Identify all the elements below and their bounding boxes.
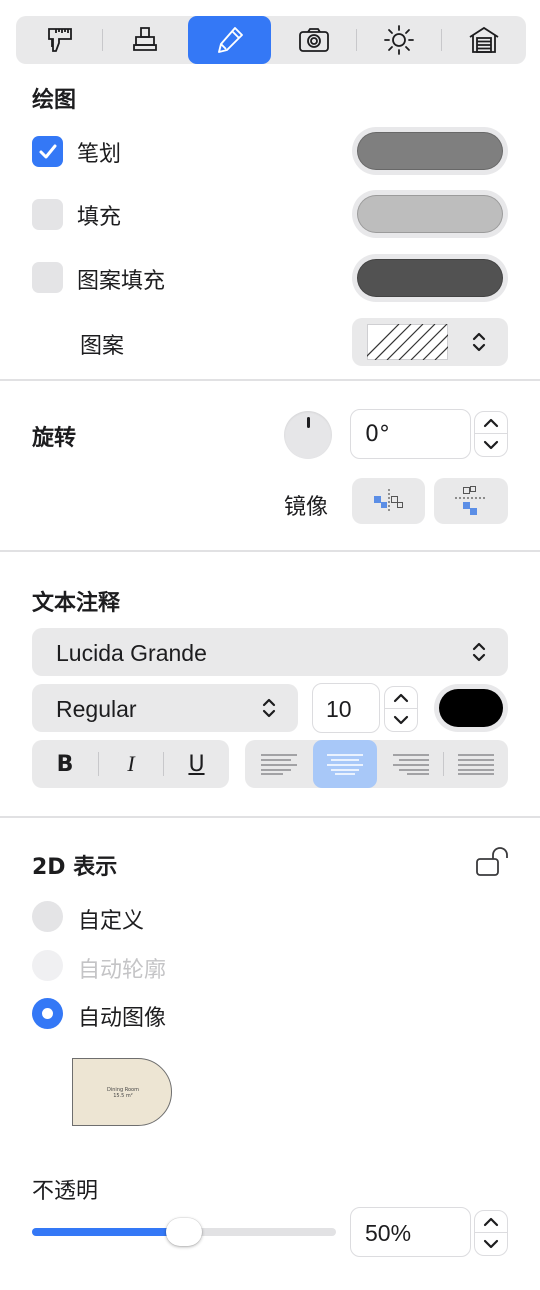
opacity-value: 50%: [365, 1220, 412, 1246]
dial-indicator: [307, 417, 310, 428]
rotation-dial[interactable]: [284, 411, 332, 459]
stroke-color-swatch: [357, 132, 503, 170]
mirror-horizontal-button[interactable]: [352, 478, 425, 524]
opacity-field[interactable]: 50%: [350, 1207, 471, 1257]
pattern-fill-label: 图案填充: [77, 269, 166, 294]
radio-auto-outline-label: 自动轮廓: [78, 958, 167, 983]
opacity-stepper[interactable]: [474, 1210, 508, 1256]
tab-draw[interactable]: [188, 16, 271, 64]
stepper-up[interactable]: [474, 411, 508, 434]
opacity-label: 不透明: [32, 1179, 99, 1204]
pencil-icon: [217, 27, 243, 53]
mirror-label: 镜像: [284, 495, 329, 520]
stepper-up[interactable]: [474, 1210, 508, 1233]
stroke-label: 笔划: [77, 142, 122, 167]
rotation-stepper[interactable]: [474, 411, 508, 457]
tab-light[interactable]: [357, 16, 441, 64]
radio-auto-outline: [32, 950, 63, 981]
rotation-value: 0°: [365, 422, 390, 447]
chevron-updown-icon: [262, 698, 276, 718]
bold-button[interactable]: B: [32, 740, 98, 788]
chevron-down-icon: [393, 715, 409, 725]
align-right-icon: [393, 754, 429, 775]
chevron-updown-icon: [472, 642, 486, 662]
chevron-down-icon: [483, 440, 499, 450]
radio-custom-label: 自定义: [78, 909, 145, 934]
stepper-down[interactable]: [384, 709, 418, 732]
radio-auto-image-label: 自动图像: [78, 1006, 167, 1031]
text-color-swatch: [439, 689, 503, 727]
align-center-icon: [327, 754, 363, 775]
stroke-color-well[interactable]: [352, 127, 508, 175]
font-size-field[interactable]: 10: [312, 683, 380, 733]
mirror-vertical-button[interactable]: [434, 478, 508, 524]
section-title-2d-display: 2D 表示: [32, 855, 118, 880]
radio-auto-image[interactable]: [32, 998, 63, 1029]
preview-room-area: 15.5 m²: [113, 1093, 133, 1099]
pattern-label: 图案: [80, 334, 125, 359]
section-title-text-annotation: 文本注释: [32, 591, 121, 616]
fill-color-well[interactable]: [352, 190, 508, 238]
section-divider: [0, 816, 540, 818]
font-size-value: 10: [326, 696, 352, 722]
2d-preview-image[interactable]: Dining Room 15.5 m²: [72, 1058, 172, 1126]
fill-label: 填充: [77, 205, 122, 230]
section-title-rotation: 旋转: [32, 426, 77, 451]
section-divider: [0, 379, 540, 381]
underline-button[interactable]: U: [164, 740, 229, 788]
chevron-up-icon: [483, 418, 499, 427]
fill-checkbox[interactable]: [32, 199, 63, 230]
font-family-value: Lucida Grande: [56, 640, 207, 666]
stroke-checkbox[interactable]: [32, 136, 63, 167]
chevron-down-icon: [483, 1239, 499, 1249]
align-center-button[interactable]: [313, 740, 377, 788]
camera-icon: [299, 28, 329, 52]
mirror-vertical-icon: [455, 486, 487, 515]
unlock-icon[interactable]: [474, 846, 510, 878]
pattern-fill-checkbox[interactable]: [32, 262, 63, 293]
stepper-down[interactable]: [474, 434, 508, 457]
alignment-group: [245, 740, 508, 788]
text-format-group: B I U: [32, 740, 229, 788]
stamp-icon: [133, 27, 157, 51]
tab-building[interactable]: [442, 16, 526, 64]
section-divider: [0, 550, 540, 552]
tab-measure[interactable]: [16, 16, 102, 64]
align-right-button[interactable]: [379, 740, 443, 788]
align-justify-button[interactable]: [444, 740, 508, 788]
tool-tab-bar: [16, 16, 526, 64]
hatch-pattern-preview: [367, 324, 448, 360]
radio-custom[interactable]: [32, 901, 63, 932]
sun-icon: [384, 25, 414, 55]
stepper-down[interactable]: [474, 1233, 508, 1256]
mirror-horizontal-icon: [374, 489, 403, 513]
align-left-button[interactable]: [245, 740, 311, 788]
font-size-stepper[interactable]: [384, 686, 418, 732]
checkmark-icon: [39, 144, 56, 158]
rotation-field[interactable]: 0°: [350, 409, 471, 459]
chevron-up-icon: [483, 1217, 499, 1226]
italic-button[interactable]: I: [99, 740, 163, 788]
opacity-slider-fill: [32, 1228, 184, 1236]
opacity-slider-thumb[interactable]: [166, 1218, 202, 1246]
align-left-icon: [261, 754, 297, 775]
font-style-value: Regular: [56, 696, 137, 722]
tab-stamp[interactable]: [103, 16, 187, 64]
stepper-up[interactable]: [384, 686, 418, 709]
text-color-well[interactable]: [434, 684, 508, 732]
align-justify-icon: [458, 754, 494, 775]
pattern-fill-color-swatch: [357, 259, 503, 297]
font-style-popup[interactable]: Regular: [32, 684, 298, 732]
pattern-fill-color-well[interactable]: [352, 254, 508, 302]
chevron-updown-icon: [472, 332, 486, 352]
section-title-drawing: 绘图: [32, 88, 77, 113]
caliper-icon: [48, 28, 72, 52]
pattern-popup[interactable]: [352, 318, 508, 366]
fill-color-swatch: [357, 195, 503, 233]
font-family-popup[interactable]: Lucida Grande: [32, 628, 508, 676]
tab-camera[interactable]: [272, 16, 356, 64]
house-icon: [469, 26, 499, 53]
chevron-up-icon: [393, 693, 409, 702]
